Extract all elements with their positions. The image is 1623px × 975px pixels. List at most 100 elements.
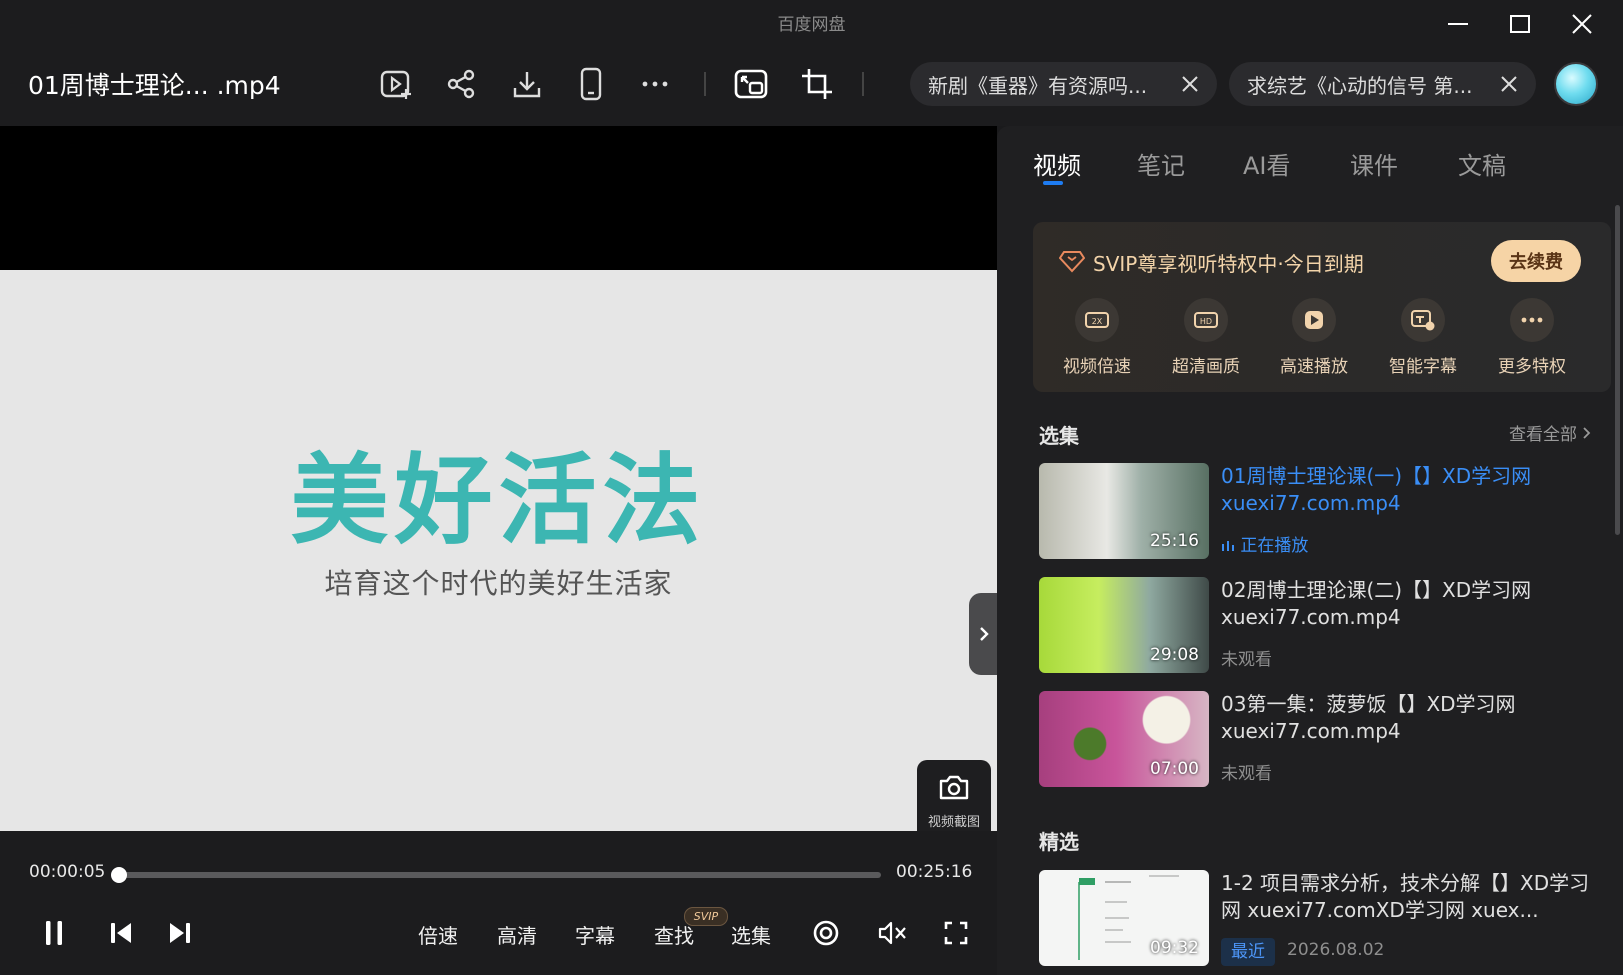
speed-2x-icon: 2X xyxy=(1075,298,1119,342)
picture-in-picture-icon[interactable] xyxy=(731,64,771,104)
total-time: 00:25:16 xyxy=(896,862,973,882)
maximize-icon[interactable] xyxy=(1498,8,1542,40)
next-icon[interactable] xyxy=(162,915,198,951)
episode-title: 01周博士理论课(一)【】XD学习网 xuexi77.com.mp4 xyxy=(1221,464,1532,515)
episode-item[interactable]: 29:08 02周博士理论课(二)【】XD学习网 xuexi77.com.mp4… xyxy=(1039,577,1599,673)
tab-label: 求综艺《心动的信号 第... xyxy=(1247,73,1473,98)
episode-duration: 25:16 xyxy=(1150,531,1199,551)
perk-label: 视频倍速 xyxy=(1063,357,1131,377)
svip-title: SVIP尊享视听特权中·今日到期 xyxy=(1093,252,1364,276)
video-logo-title: 美好活法 xyxy=(290,444,707,558)
chevron-right-icon xyxy=(1582,425,1592,445)
tab-notes[interactable]: 笔记 xyxy=(1137,146,1185,181)
episode-duration: 07:00 xyxy=(1150,759,1199,779)
side-panel: 视频 笔记 AI看 课件 文稿 SVIP尊享视听特权中·今日到期 去续费 2X … xyxy=(997,126,1623,975)
progress-bar[interactable] xyxy=(110,867,881,883)
video-content: 美好活法 培育这个时代的美好生活家 xyxy=(0,446,997,602)
avatar[interactable] xyxy=(1554,62,1598,106)
active-tab-indicator xyxy=(1043,181,1063,185)
svip-card: SVIP尊享视听特权中·今日到期 去续费 2X 视频倍速 HD 超清画质 高速播… xyxy=(1033,222,1611,392)
record-icon[interactable] xyxy=(808,915,844,951)
more-icon[interactable] xyxy=(635,64,675,104)
episode-duration: 29:08 xyxy=(1150,645,1199,665)
episode-status-text: 正在播放 xyxy=(1240,536,1309,556)
perk-label: 智能字幕 xyxy=(1389,357,1457,377)
episode-thumbnail: 25:16 xyxy=(1039,463,1209,559)
perk-label: 高速播放 xyxy=(1280,357,1348,377)
episode-item[interactable]: 25:16 01周博士理论课(一)【】XD学习网 xuexi77.com.mp4… xyxy=(1039,463,1599,559)
featured-date: 2026.08.02 xyxy=(1287,940,1385,960)
episode-thumbnail: 29:08 xyxy=(1039,577,1209,673)
diamond-icon xyxy=(1058,249,1086,277)
tab-transcript[interactable]: 文稿 xyxy=(1458,146,1506,181)
subtitle-button[interactable]: 字幕 xyxy=(575,920,615,949)
perk-fast-play[interactable]: 高速播放 xyxy=(1266,298,1362,377)
camera-icon xyxy=(938,773,970,805)
title-bar: 百度网盘 01周博士理论... .mp4 新剧《重器》有资源吗... 求综艺《心… xyxy=(0,0,1623,126)
crop-icon[interactable] xyxy=(797,64,837,104)
toolbar-divider xyxy=(704,72,706,96)
perk-hd[interactable]: HD 超清画质 xyxy=(1158,298,1254,377)
tab-pill-1[interactable]: 新剧《重器》有资源吗... xyxy=(910,62,1217,106)
close-window-icon[interactable] xyxy=(1560,8,1604,40)
featured-item[interactable]: 09:32 1-2 项目需求分析，技术分解【】XD学习网 xuexi77.com… xyxy=(1039,870,1599,966)
current-time: 00:00:05 xyxy=(29,862,106,882)
video-logo-subtitle: 培育这个时代的美好生活家 xyxy=(324,567,673,600)
perk-more[interactable]: 更多特权 xyxy=(1484,298,1580,377)
perk-label: 更多特权 xyxy=(1498,357,1566,377)
find-button[interactable]: 查找 xyxy=(654,920,694,949)
fullscreen-icon[interactable] xyxy=(938,915,974,951)
share-icon[interactable] xyxy=(441,64,481,104)
episode-status: 未观看 xyxy=(1221,764,1272,784)
snapshot-button[interactable]: 视频截图 xyxy=(917,760,991,842)
file-title: 01周博士理论... .mp4 xyxy=(28,71,281,100)
more-icon xyxy=(1510,298,1554,342)
episodes-section-title: 选集 xyxy=(1039,424,1079,448)
tab-video[interactable]: 视频 xyxy=(1033,146,1081,181)
featured-section-title: 精选 xyxy=(1039,830,1079,854)
episode-status: 正在播放 xyxy=(1221,531,1308,556)
episode-title: 02周博士理论课(二)【】XD学习网 xuexi77.com.mp4 xyxy=(1221,578,1532,629)
subtitle-icon xyxy=(1401,298,1445,342)
perk-smart-subtitle[interactable]: 智能字幕 xyxy=(1375,298,1471,377)
recent-tag: 最近 xyxy=(1221,938,1275,966)
renew-button[interactable]: 去续费 xyxy=(1491,240,1581,282)
pause-icon[interactable] xyxy=(38,915,70,951)
minimize-icon[interactable] xyxy=(1436,8,1480,40)
toolbar-divider xyxy=(862,72,864,96)
featured-thumbnail: 09:32 xyxy=(1039,870,1209,966)
speed-button[interactable]: 倍速 xyxy=(418,920,458,949)
featured-title: 1-2 项目需求分析，技术分解【】XD学习网 xuexi77.comXD学习网 … xyxy=(1221,871,1590,922)
close-icon[interactable] xyxy=(1179,73,1201,95)
mute-icon[interactable] xyxy=(874,915,910,951)
quality-button[interactable]: 高清 xyxy=(497,920,537,949)
tab-ai-watch[interactable]: AI看 xyxy=(1243,146,1291,181)
episode-thumbnail: 07:00 xyxy=(1039,691,1209,787)
svg-text:HD: HD xyxy=(1200,317,1212,326)
svg-text:2X: 2X xyxy=(1092,317,1103,326)
download-icon[interactable] xyxy=(507,64,547,104)
add-to-playlist-icon[interactable] xyxy=(376,64,416,104)
see-all-label: 查看全部 xyxy=(1509,425,1577,445)
video-player[interactable]: 美好活法 培育这个时代的美好生活家 xyxy=(0,126,999,831)
hd-icon: HD xyxy=(1184,298,1228,342)
perk-video-speed[interactable]: 2X 视频倍速 xyxy=(1049,298,1145,377)
see-all-link[interactable]: 查看全部 xyxy=(1509,420,1592,445)
close-icon[interactable] xyxy=(1498,73,1520,95)
tab-pill-2[interactable]: 求综艺《心动的信号 第... xyxy=(1229,62,1536,106)
panel-scrollbar[interactable] xyxy=(1615,205,1620,535)
video-frame[interactable]: 美好活法 培育这个时代的美好生活家 xyxy=(0,270,997,831)
progress-knob[interactable] xyxy=(110,867,127,883)
tab-label: 新剧《重器》有资源吗... xyxy=(928,73,1148,98)
episodes-button[interactable]: 选集 xyxy=(731,920,771,949)
fast-play-icon xyxy=(1292,298,1336,342)
episode-title: 03第一集：菠萝饭【】XD学习网 xuexi77.com.mp4 xyxy=(1221,692,1516,743)
perk-label: 超清画质 xyxy=(1172,357,1240,377)
player-controls: 00:00:05 00:25:16 倍速 高清 字幕 SVIP 查找 选集 xyxy=(0,831,997,975)
featured-duration: 09:32 xyxy=(1150,938,1199,958)
episode-item[interactable]: 07:00 03第一集：菠萝饭【】XD学习网 xuexi77.com.mp4 未… xyxy=(1039,691,1599,787)
panel-toggle-button[interactable] xyxy=(969,593,999,675)
phone-icon[interactable] xyxy=(571,64,611,104)
tab-courseware[interactable]: 课件 xyxy=(1350,146,1398,181)
previous-icon[interactable] xyxy=(103,915,139,951)
